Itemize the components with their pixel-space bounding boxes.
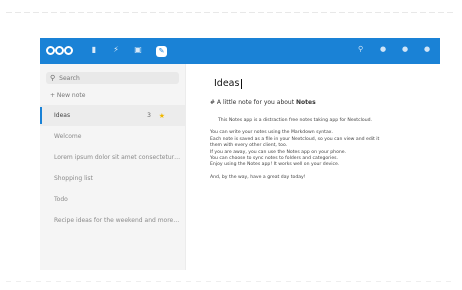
app-menu: ▮ ⚡ ▣ ✎ bbox=[90, 45, 167, 57]
note-label: Ideas bbox=[54, 112, 71, 119]
user-avatar-icon[interactable]: ● bbox=[424, 46, 430, 53]
note-heading: # A little note for you about Notes bbox=[210, 99, 430, 106]
note-label: Welcome bbox=[54, 133, 82, 140]
star-icon[interactable]: ★ bbox=[159, 112, 165, 120]
photos-icon[interactable]: ▣ bbox=[134, 45, 142, 54]
top-header-bar: ▮ ⚡ ▣ ✎ ⚲ ● ● ● bbox=[40, 38, 440, 64]
notes-sidebar: ⚲ + New note Ideas 3 ★ Welcome Lorem ips… bbox=[40, 64, 186, 270]
note-item-ideas[interactable]: Ideas 3 ★ bbox=[40, 105, 185, 126]
note-count: 3 bbox=[147, 112, 151, 119]
note-label: Lorem ipsum dolor sit amet consectetur… bbox=[54, 154, 181, 161]
new-note-label: + New note bbox=[50, 92, 86, 99]
note-title[interactable]: Ideas bbox=[214, 78, 430, 89]
contacts-icon[interactable]: ● bbox=[402, 46, 408, 53]
nextcloud-logo[interactable] bbox=[46, 44, 76, 58]
note-item-todo[interactable]: Todo bbox=[40, 189, 185, 210]
note-heading-bold: Notes bbox=[296, 99, 316, 106]
note-line-10: And, by the way, have a great day today! bbox=[210, 174, 306, 180]
top-divider bbox=[6, 12, 456, 13]
notes-icon[interactable]: ✎ bbox=[156, 45, 167, 57]
app-window: ▮ ⚡ ▣ ✎ ⚲ ● ● ● ⚲ + New note Idea bbox=[40, 38, 440, 270]
search-input[interactable] bbox=[59, 74, 170, 82]
page: ▮ ⚡ ▣ ✎ ⚲ ● ● ● ⚲ + New note Idea bbox=[0, 0, 462, 290]
note-item-shopping[interactable]: Shopping list bbox=[40, 168, 185, 189]
new-note-button[interactable]: + New note bbox=[50, 92, 185, 99]
note-item-recipes[interactable]: Recipe ideas for the weekend and more… bbox=[40, 210, 185, 231]
note-label: Todo bbox=[54, 196, 68, 203]
note-list: Ideas 3 ★ Welcome Lorem ipsum dolor sit … bbox=[40, 105, 185, 231]
header-actions: ⚲ ● ● ● bbox=[358, 46, 430, 53]
search-icon: ⚲ bbox=[50, 74, 56, 82]
note-heading-prefix: # A little note for you about bbox=[210, 99, 295, 106]
note-label: Shopping list bbox=[54, 175, 93, 182]
bottom-divider bbox=[6, 281, 456, 282]
search-box: ⚲ bbox=[46, 72, 179, 84]
note-item-welcome[interactable]: Welcome bbox=[40, 126, 185, 147]
text-cursor bbox=[241, 78, 243, 89]
activity-icon[interactable]: ⚡ bbox=[112, 45, 120, 54]
note-label: Recipe ideas for the weekend and more… bbox=[54, 217, 180, 224]
search-icon[interactable]: ⚲ bbox=[358, 46, 364, 53]
notifications-icon[interactable]: ● bbox=[380, 46, 386, 53]
files-icon[interactable]: ▮ bbox=[90, 45, 98, 54]
note-editor[interactable]: Ideas # A little note for you about Note… bbox=[210, 78, 430, 268]
note-item-lorem[interactable]: Lorem ipsum dolor sit amet consectetur… bbox=[40, 147, 185, 168]
note-title-text: Ideas bbox=[214, 78, 240, 89]
